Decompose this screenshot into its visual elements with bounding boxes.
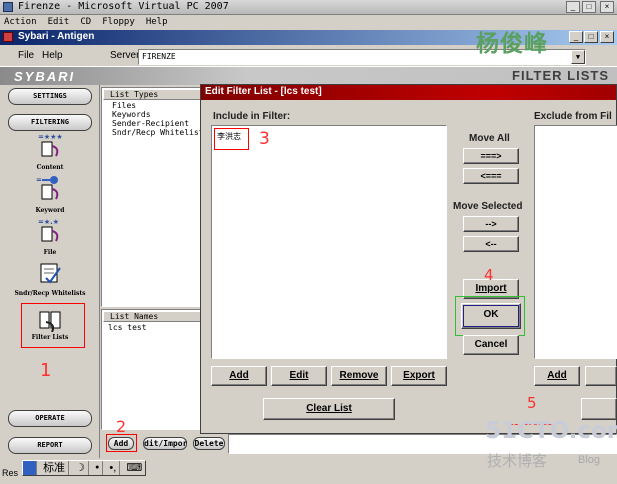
annotation-box-filter-lists <box>21 303 85 348</box>
list-names-header[interactable]: List Names <box>103 311 201 322</box>
chevron-down-icon[interactable]: ▼ <box>571 50 585 64</box>
ime-mode[interactable]: 标准 <box>40 461 70 475</box>
include-add-button[interactable]: Add <box>211 366 267 386</box>
antigen-maximize-icon[interactable]: □ <box>584 31 598 43</box>
page-title: FILTER LISTS <box>512 68 609 83</box>
nav-settings-button[interactable]: SETTINGS <box>8 88 92 105</box>
nav-item-label: Keyword <box>35 207 65 214</box>
watermark-blog: Blog <box>578 454 601 466</box>
svg-text:=★★★: =★★★ <box>38 133 63 141</box>
vpc-menu-cd[interactable]: CD <box>76 16 95 28</box>
move-all-right-button[interactable]: ===> <box>463 148 519 164</box>
delete-list-button[interactable]: Delete <box>193 437 225 450</box>
vpc-app-icon <box>3 2 13 12</box>
nav-item-label: File <box>43 249 57 256</box>
vpc-maximize-icon[interactable]: □ <box>582 1 596 13</box>
clear-list-button[interactable]: Clear List <box>263 398 395 420</box>
watermark-site: 51CTO.com <box>485 418 617 444</box>
exclude-clear-button[interactable] <box>581 398 617 420</box>
include-remove-button[interactable]: Remove <box>331 366 387 386</box>
start-fragment[interactable]: Res <box>2 468 18 478</box>
nav-operate-button[interactable]: OPERATE <box>8 410 92 427</box>
ime-keyboard-icon[interactable]: ⌨ <box>123 461 145 475</box>
antigen-close-icon[interactable]: × <box>600 31 614 43</box>
ime-dot-icon[interactable]: ● <box>92 461 104 475</box>
ime-moon-icon[interactable]: ☽ <box>72 461 89 475</box>
move-selected-left-button[interactable]: <-- <box>463 236 519 252</box>
list-name-item[interactable]: lcs test <box>108 323 147 332</box>
annotation-box-add <box>106 434 137 452</box>
edit-import-list-button[interactable]: dit/Impor <box>143 437 187 450</box>
vpc-menu-floppy[interactable]: Floppy <box>98 16 139 28</box>
ime-toolbar[interactable]: 标准 ☽ ● •, ⌨ <box>22 460 147 476</box>
vpc-close-icon[interactable]: × <box>600 1 614 13</box>
move-all-left-button[interactable]: <=== <box>463 168 519 184</box>
annotation-box-include-item <box>214 128 249 150</box>
vpc-window-title: Firenze - Microsoft Virtual PC 2007 <box>18 1 229 12</box>
dialog-title-bar: Edit Filter List - [lcs test] <box>201 85 616 100</box>
file-filter-icon: =★.★ <box>38 218 59 242</box>
annotation-1: 1 <box>40 360 52 381</box>
server-label: Server <box>110 50 140 61</box>
antigen-app-icon <box>3 32 13 42</box>
nav-item-keyword[interactable]: = Keyword <box>24 175 76 214</box>
list-type-item[interactable]: Files <box>112 101 136 110</box>
nav-item-label: Content <box>36 164 64 171</box>
annotation-2: 2 <box>116 417 127 436</box>
whitelist-icon <box>40 263 61 284</box>
svg-text:=: = <box>36 176 42 184</box>
annotation-4: 4 <box>484 266 494 284</box>
antigen-minimize-icon[interactable]: _ <box>569 31 583 43</box>
vpc-menu-edit[interactable]: Edit <box>44 16 74 28</box>
exclude-edit-button[interactable] <box>585 366 617 386</box>
nav-item-file[interactable]: =★.★ File <box>24 217 76 256</box>
key-icon: = <box>36 176 59 200</box>
dialog-title: Edit Filter List - [lcs test] <box>205 86 322 97</box>
watermark-blog-cn: 技术博客 <box>487 453 548 470</box>
vpc-menu-help[interactable]: Help <box>142 16 172 28</box>
content-filter-icon: =★★★ <box>38 133 63 157</box>
edit-filter-list-dialog: Edit Filter List - [lcs test] Include in… <box>200 84 617 434</box>
list-type-item[interactable]: Sender-Recipient <box>112 119 189 128</box>
header-banner: SYBARI FILTER LISTS <box>0 67 617 85</box>
move-all-label: Move All <box>469 133 510 144</box>
ok-button[interactable]: OK <box>461 303 521 329</box>
move-selected-right-button[interactable]: --> <box>463 216 519 232</box>
exclude-add-button[interactable]: Add <box>534 366 580 386</box>
svg-text:=★.★: =★.★ <box>38 218 59 226</box>
vpc-minimize-icon[interactable]: _ <box>566 1 580 13</box>
nav-item-content[interactable]: =★★★ Content <box>24 132 76 171</box>
nav-item-label: Sndr/Recp Whitelists <box>14 290 86 297</box>
include-label: Include in Filter: <box>213 111 291 122</box>
ime-punct-icon[interactable]: •, <box>106 461 121 475</box>
annotation-3: 3 <box>259 129 270 149</box>
include-list[interactable]: 李洪志 <box>211 125 447 359</box>
annotation-5: 5 <box>527 394 537 412</box>
exclude-list[interactable] <box>534 125 617 359</box>
antigen-window-title: Sybari - Antigen <box>18 31 95 42</box>
watermark-author: 杨俊峰 <box>476 30 548 56</box>
menu-help[interactable]: Help <box>42 50 63 61</box>
nav-report-button[interactable]: REPORT <box>8 437 92 454</box>
list-type-item[interactable]: Sndr/Recp Whitelists <box>112 128 208 137</box>
cancel-button[interactable]: Cancel <box>463 335 519 355</box>
list-types-header[interactable]: List Types <box>103 89 201 100</box>
menu-file[interactable]: File <box>18 50 34 61</box>
include-export-button[interactable]: Export <box>391 366 447 386</box>
vpc-menu-action[interactable]: Action <box>0 16 41 28</box>
ime-logo-icon[interactable] <box>23 461 37 475</box>
nav-filtering-button[interactable]: FILTERING <box>8 114 92 131</box>
server-value: FIRENZE <box>142 52 176 61</box>
list-type-item[interactable]: Keywords <box>112 110 151 119</box>
exclude-label: Exclude from Fil <box>534 111 612 122</box>
include-edit-button[interactable]: Edit <box>271 366 327 386</box>
vpc-title-bar: Firenze - Microsoft Virtual PC 2007 _ □ … <box>0 0 617 15</box>
move-selected-label: Move Selected <box>453 201 523 212</box>
nav-item-whitelists[interactable]: Sndr/Recp Whitelists <box>8 260 92 297</box>
brand-logo: SYBARI <box>14 69 76 84</box>
